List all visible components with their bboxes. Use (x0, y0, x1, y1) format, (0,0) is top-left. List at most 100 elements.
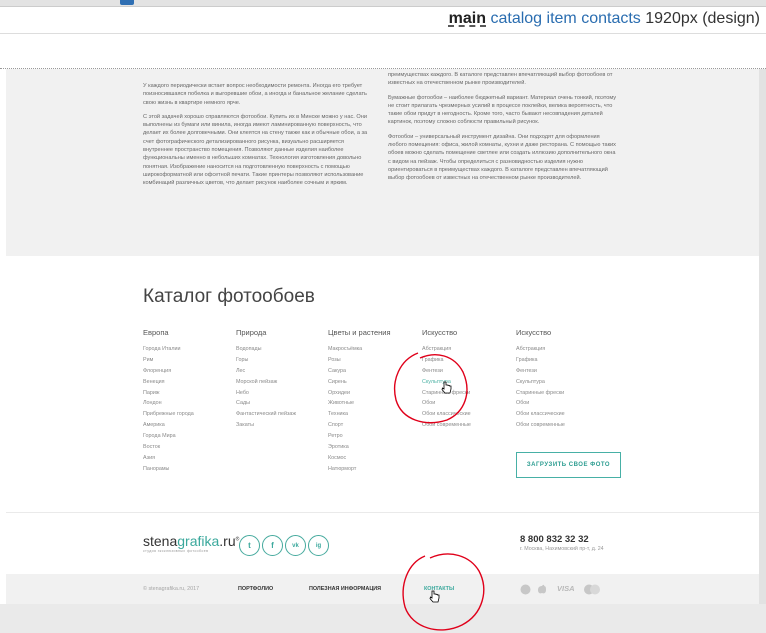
catalog-link[interactable]: Обои (422, 398, 512, 409)
article-paragraph: У каждого периодически встает вопрос нео… (143, 83, 367, 106)
catalog-link[interactable]: Водопады (236, 344, 326, 355)
catalog-link[interactable]: Рим (143, 355, 233, 366)
facebook-icon[interactable]: f (262, 535, 283, 556)
contacts-link[interactable]: КОНТАКТЫ (424, 586, 454, 592)
catalog-column: Цветы и растения Макросъёмка Розы Сакура Сир… (328, 328, 418, 475)
catalog-link[interactable]: Восток (143, 442, 233, 453)
catalog-link[interactable]: Натюрморт (328, 464, 418, 475)
catalog-link[interactable]: Животные (328, 398, 418, 409)
browser-top-bar (0, 0, 766, 7)
window-bottom-bar (0, 604, 766, 633)
catalog-column: Природа Водопады Горы Лес Морской пейзаж Небо… (236, 328, 326, 431)
catalog-link[interactable]: Горы (236, 355, 326, 366)
sub-footer: © stenagrafika.ru, 2017 ПОРТФОЛИО ПОЛЕЗН… (6, 574, 759, 604)
catalog-link[interactable]: Лес (236, 366, 326, 377)
catalog-column-heading[interactable]: Цветы и растения (328, 328, 418, 338)
catalog-link[interactable]: Панорамы (143, 464, 233, 475)
catalog-link[interactable]: Орхидеи (328, 388, 418, 399)
catalog-link[interactable]: Графика (422, 355, 512, 366)
logo-main: stena (143, 533, 178, 549)
catalog-link[interactable]: Небо (236, 388, 326, 399)
catalog-column-heading[interactable]: Европа (143, 328, 233, 338)
catalog-link[interactable]: Абстракция (422, 344, 512, 355)
catalog-link[interactable]: Розы (328, 355, 418, 366)
payment-icon (520, 584, 531, 597)
catalog-link[interactable]: Обои современные (422, 420, 512, 431)
site-logo[interactable]: stenagrafika.ru® (143, 533, 239, 549)
portfolio-link[interactable]: ПОРТФОЛИО (238, 586, 273, 592)
article-paragraph: С этой задачей хорошо справляются фотооб… (143, 113, 368, 187)
twitter-icon[interactable]: t (239, 535, 260, 556)
catalog-link[interactable]: Города Италии (143, 344, 233, 355)
catalog-column: Европа Города Италии Рим Флоренция Венеция Па… (143, 328, 233, 475)
catalog-column: Искусство Абстракция Графика Фентези Скульпт… (516, 328, 606, 431)
catalog-link[interactable]: Скульптура (516, 377, 606, 388)
catalog-link[interactable]: Фентези (422, 366, 512, 377)
nav-contacts-link[interactable]: contacts (581, 10, 641, 27)
catalog-link[interactable]: Флоренция (143, 366, 233, 377)
nav-main-link[interactable]: main (449, 10, 486, 27)
catalog-link[interactable]: Обои современные (516, 420, 606, 431)
catalog-link[interactable]: Техника (328, 409, 418, 420)
article-left-column: У каждого периодически встает вопрос нео… (143, 82, 373, 194)
catalog-link[interactable]: Спорт (328, 420, 418, 431)
tab-indicator[interactable] (120, 0, 134, 5)
catalog-link[interactable]: Абстракция (516, 344, 606, 355)
article-paragraph: Бумажные фотообои – наиболее бюджетный в… (388, 94, 617, 126)
catalog-link[interactable]: Старинные фрески (422, 388, 512, 399)
article-paragraph: Фотообои – универсальный инструмент диза… (388, 133, 616, 182)
catalog-link[interactable]: Прибрежные города (143, 409, 233, 420)
nav-catalog-link[interactable]: catalog (490, 10, 542, 27)
nav-item-link[interactable]: item (547, 10, 577, 27)
logo-tagline: студия эксклюзивных фотообоев (143, 549, 209, 553)
catalog-link[interactable]: Ретро (328, 431, 418, 442)
catalog-link[interactable]: Сирень (328, 377, 418, 388)
catalog-column-heading[interactable]: Искусство (516, 328, 606, 338)
upload-photo-button[interactable]: ЗАГРУЗИТЬ СВОЕ ФОТО (516, 452, 621, 478)
catalog-link[interactable]: Париж (143, 388, 233, 399)
logo-accent: grafika (177, 533, 220, 549)
design-size-label: 1920px (design) (645, 10, 760, 27)
catalog-column-heading[interactable]: Искусство (422, 328, 512, 338)
catalog-link[interactable]: Сакура (328, 366, 418, 377)
useful-info-link[interactable]: ПОЛЕЗНАЯ ИНФОРМАЦИЯ (309, 586, 381, 592)
catalog-link[interactable]: Макросъёмка (328, 344, 418, 355)
catalog-link[interactable]: Обои классические (422, 409, 512, 420)
article-paragraph: преимуществах каждого. В каталоге предст… (388, 72, 613, 87)
catalog-link[interactable]: Космос (328, 453, 418, 464)
catalog-link[interactable]: Старинные фрески (516, 388, 606, 399)
catalog-link[interactable]: Закаты (236, 420, 326, 431)
footer: stenagrafika.ru® студия эксклюзивных фот… (6, 512, 759, 575)
address: г. Москва, Нахимовский пр-т, д. 24 (520, 546, 604, 552)
instagram-icon[interactable]: ig (308, 535, 329, 556)
catalog-link[interactable]: Лондон (143, 398, 233, 409)
catalog-column-heading[interactable]: Природа (236, 328, 326, 338)
apple-pay-icon (537, 584, 547, 597)
copyright: © stenagrafika.ru, 2017 (143, 586, 200, 592)
catalog-link[interactable]: Фентези (516, 366, 606, 377)
catalog-link[interactable]: Обои (516, 398, 606, 409)
catalog-link[interactable]: Графика (516, 355, 606, 366)
catalog-link[interactable]: Венеция (143, 377, 233, 388)
phone-number[interactable]: 8 800 832 32 32 (520, 534, 589, 545)
mastercard-icon (583, 584, 601, 597)
catalog-title: Каталог фотообоев (143, 286, 315, 307)
catalog-link[interactable]: Азия (143, 453, 233, 464)
logo-tld: .ru (219, 533, 236, 549)
catalog-link[interactable]: Морской пейзаж (236, 377, 326, 388)
blank-strip (0, 34, 766, 68)
design-nav: main catalog item contacts 1920px (desig… (449, 10, 760, 28)
catalog-link[interactable]: Города Мира (143, 431, 233, 442)
catalog-column: Искусство Абстракция Графика Фентези Скульпт… (422, 328, 512, 431)
catalog-link[interactable]: Эротика (328, 442, 418, 453)
catalog-link[interactable]: Сады (236, 398, 326, 409)
catalog-link[interactable]: Обои классические (516, 409, 606, 420)
catalog-link[interactable]: Фантастический пейзаж (236, 409, 326, 420)
catalog-link[interactable]: Америка (143, 420, 233, 431)
catalog-section: Каталог фотообоев Европа Города Италии Рим… (6, 256, 759, 512)
catalog-link[interactable]: Скульптура (422, 377, 512, 388)
article-right-column: преимуществах каждого. В каталоге предст… (388, 71, 618, 189)
visa-icon: VISA (557, 584, 575, 593)
scroll-gutter[interactable] (759, 69, 766, 604)
vk-icon[interactable]: vk (285, 535, 306, 556)
